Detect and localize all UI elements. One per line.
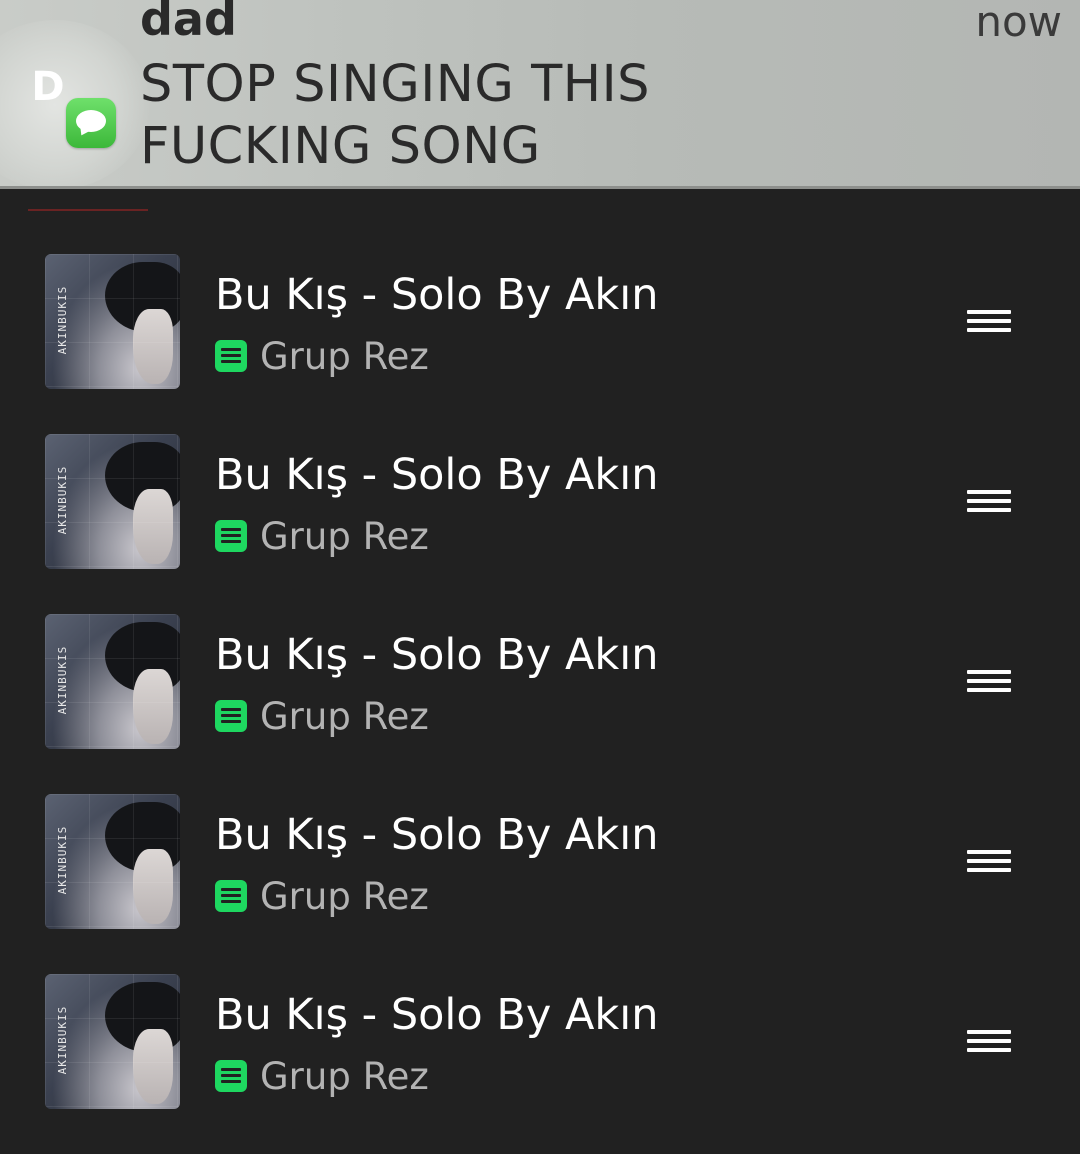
album-cover: AKINBUKIS [45, 974, 180, 1109]
notification-message-line-1: STOP SINGING THIS [140, 55, 651, 114]
notification-message-line-2: FUCKING SONG [140, 117, 541, 176]
drag-handle-icon[interactable] [967, 848, 1011, 876]
album-cover: AKINBUKIS [45, 434, 180, 569]
track-row[interactable]: AKINBUKIS Bu Kış - Solo By Akın Grup Rez [0, 794, 1080, 974]
avatar: D [31, 64, 65, 110]
album-cover: AKINBUKIS [45, 254, 180, 389]
cover-text: AKINBUKIS [56, 825, 69, 895]
track-row[interactable]: AKINBUKIS Bu Kış - Solo By Akın Grup Rez [0, 434, 1080, 614]
tab-indicator [28, 209, 148, 211]
messages-icon [66, 98, 116, 148]
downloaded-icon [215, 520, 247, 552]
downloaded-icon [215, 340, 247, 372]
downloaded-icon [215, 700, 247, 732]
drag-handle-icon[interactable] [967, 668, 1011, 696]
notification-banner[interactable]: D dad now STOP SINGING THIS FUCKING SONG [0, 0, 1080, 189]
notification-sender: dad [140, 0, 237, 46]
track-artist: Grup Rez [260, 515, 429, 558]
album-cover: AKINBUKIS [45, 614, 180, 749]
track-artist: Grup Rez [260, 695, 429, 738]
cover-text: AKINBUKIS [56, 285, 69, 355]
cover-text: AKINBUKIS [56, 1005, 69, 1075]
track-title: Bu Kış - Solo By Akın [215, 270, 659, 320]
downloaded-icon [215, 1060, 247, 1092]
track-artist: Grup Rez [260, 335, 429, 378]
album-cover: AKINBUKIS [45, 794, 180, 929]
track-title: Bu Kış - Solo By Akın [215, 990, 659, 1040]
cover-text: AKINBUKIS [56, 465, 69, 535]
cover-text: AKINBUKIS [56, 645, 69, 715]
drag-handle-icon[interactable] [967, 308, 1011, 336]
track-row[interactable]: AKINBUKIS Bu Kış - Solo By Akın Grup Rez [0, 254, 1080, 434]
drag-handle-icon[interactable] [967, 488, 1011, 516]
track-title: Bu Kış - Solo By Akın [215, 810, 659, 860]
drag-handle-icon[interactable] [967, 1028, 1011, 1056]
track-artist: Grup Rez [260, 1055, 429, 1098]
track-row[interactable]: AKINBUKIS Bu Kış - Solo By Akın Grup Rez [0, 974, 1080, 1154]
downloaded-icon [215, 880, 247, 912]
track-row[interactable]: AKINBUKIS Bu Kış - Solo By Akın Grup Rez [0, 614, 1080, 794]
track-artist: Grup Rez [260, 875, 429, 918]
notification-time: now [975, 0, 1062, 46]
track-title: Bu Kış - Solo By Akın [215, 450, 659, 500]
track-title: Bu Kış - Solo By Akın [215, 630, 659, 680]
